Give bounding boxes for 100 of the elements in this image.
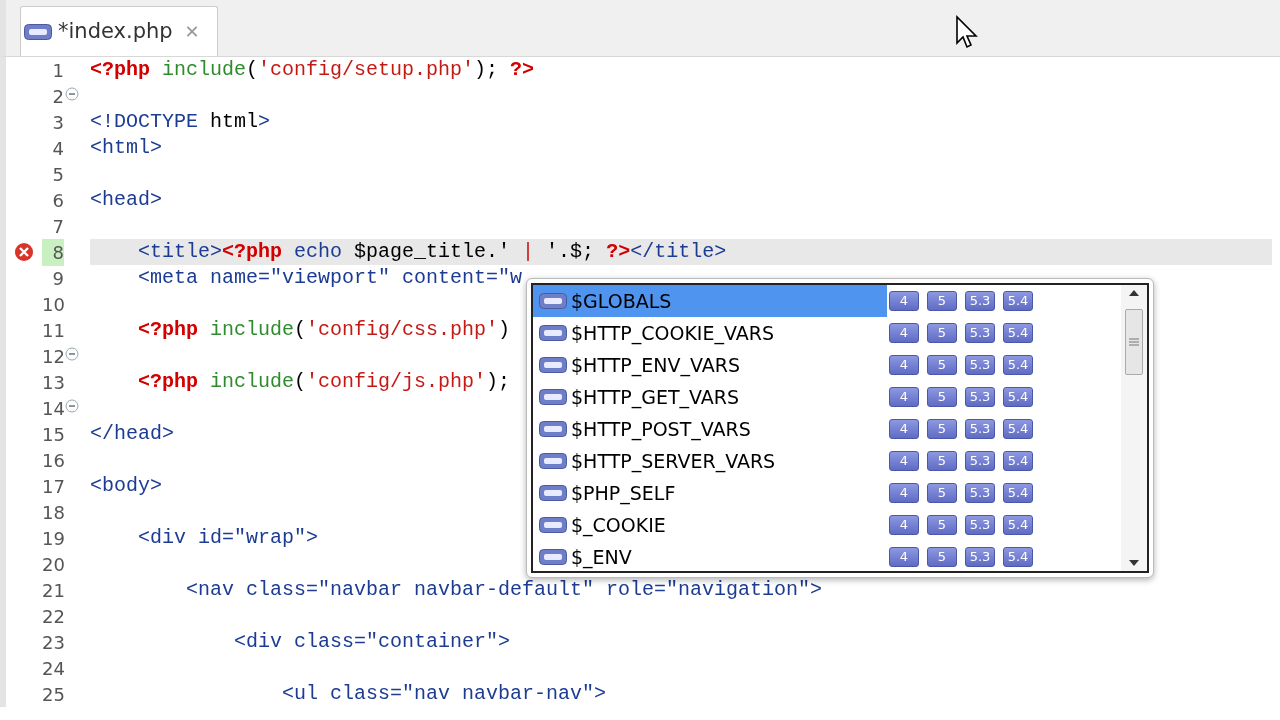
version-badge: 5 [927,387,957,407]
line-number: 2 [51,84,64,109]
completion-item[interactable]: $PHP_SELF 4 5 5.3 5.4 [533,477,1121,509]
version-badge: 4 [889,547,919,567]
scrollbar[interactable] [1121,285,1147,571]
version-badge: 5 [927,291,957,311]
file-type-icon [539,421,567,437]
code-line: <?php include('config/js.php'); [137,371,511,393]
version-badge: 5.4 [1003,355,1033,375]
version-badge: 4 [889,291,919,311]
version-badge: 5.3 [965,291,995,311]
line-number: 20 [42,552,64,577]
version-badge: 5.4 [1003,483,1033,503]
completion-label: $GLOBALS [571,289,672,313]
line-number: 14 [42,396,64,421]
file-type-icon [539,485,567,501]
line-number: 8 [42,238,64,266]
version-badge: 5.3 [965,387,995,407]
fold-collapse-icon[interactable] [65,87,79,101]
version-badge: 5.3 [965,355,995,375]
code-line: <body> [90,475,162,497]
version-badge: 5.3 [965,451,995,471]
version-badge: 5.3 [965,419,995,439]
version-badge: 4 [889,355,919,375]
version-badge: 5.3 [965,547,995,567]
fold-collapse-icon[interactable] [65,399,79,413]
code-line: <title><?php echo $page_title.' | '.$; ?></title> [137,241,727,263]
completion-label: $HTTP_POST_VARS [571,417,751,441]
code-line: <!DOCTYPE html> [90,111,271,133]
line-number: 1 [51,58,64,83]
line-number: 6 [51,188,64,213]
mouse-cursor-icon [955,15,981,49]
code-line: <meta name="viewport" content="w [137,267,523,289]
line-number: 25 [42,682,64,707]
line-number: 24 [42,656,64,681]
completion-label: $_ENV [571,545,632,569]
completion-label: $PHP_SELF [571,481,676,505]
version-badge: 5.4 [1003,515,1033,535]
version-badge: 5 [927,419,957,439]
completion-item[interactable]: $HTTP_POST_VARS 4 5 5.3 5.4 [533,413,1121,445]
completion-item[interactable]: $_COOKIE 4 5 5.3 5.4 [533,509,1121,541]
file-type-icon [24,23,52,40]
line-number: 19 [42,526,64,551]
code-line: <div id="wrap"> [137,527,319,549]
file-type-icon [539,389,567,405]
version-badge: 5.3 [965,515,995,535]
completion-item[interactable]: $HTTP_COOKIE_VARS 4 5 5.3 5.4 [533,317,1121,349]
code-line: <nav class="navbar navbar-default" role="navigation"> [185,579,823,601]
completion-label: $HTTP_GET_VARS [571,385,740,409]
line-number: 12 [42,344,64,369]
version-badge: 5.4 [1003,323,1033,343]
line-number: 22 [42,604,64,629]
version-badge: 5.4 [1003,451,1033,471]
file-tab[interactable]: *index.php ✕ [20,6,218,56]
fold-collapse-icon[interactable] [65,347,79,361]
file-type-icon [539,549,567,565]
scroll-up-icon[interactable] [1128,289,1140,297]
completion-label: $_COOKIE [571,513,666,537]
completion-item[interactable]: $_ENV 4 5 5.3 5.4 [533,541,1121,573]
version-badge: 5.4 [1003,387,1033,407]
version-badge: 5 [927,483,957,503]
scrollbar-thumb[interactable] [1125,309,1143,375]
version-badge: 5 [927,355,957,375]
line-number: 13 [42,370,64,395]
version-badge: 5 [927,323,957,343]
code-line: <html> [90,137,162,159]
file-type-icon [539,325,567,341]
code-line: <?php include('config/css.php') [137,319,511,341]
line-number: 9 [51,266,64,291]
completion-label: $HTTP_COOKIE_VARS [571,321,774,345]
version-badge: 4 [889,387,919,407]
line-number: 18 [42,500,64,525]
version-badge: 5.4 [1003,547,1033,567]
version-badge: 4 [889,419,919,439]
version-badge: 5.3 [965,323,995,343]
code-line: <div class="container"> [233,631,511,653]
line-number: 23 [42,630,64,655]
line-number: 3 [51,110,64,135]
version-badge: 4 [889,451,919,471]
line-number: 16 [42,448,64,473]
line-number: 7 [51,214,64,239]
version-badge: 4 [889,515,919,535]
completion-item[interactable]: $HTTP_ENV_VARS 4 5 5.3 5.4 [533,349,1121,381]
version-badge: 4 [889,483,919,503]
file-type-icon [539,357,567,373]
version-badge: 5 [927,547,957,567]
line-number: 17 [42,474,64,499]
line-number: 21 [42,578,64,603]
line-number: 5 [51,162,64,187]
scroll-down-icon[interactable] [1128,559,1140,567]
code-line: <?php include('config/setup.php'); ?> [90,59,535,81]
line-number: 4 [51,136,64,161]
code-line: </head> [90,423,174,445]
line-number: 10 [42,292,64,317]
completion-item[interactable]: $HTTP_SERVER_VARS 4 5 5.3 5.4 [533,445,1121,477]
version-badge: 5.4 [1003,291,1033,311]
completion-item[interactable]: $HTTP_GET_VARS 4 5 5.3 5.4 [533,381,1121,413]
version-badge: 5.4 [1003,419,1033,439]
tab-title: *index.php [58,17,173,45]
code-line: <head> [90,189,162,211]
